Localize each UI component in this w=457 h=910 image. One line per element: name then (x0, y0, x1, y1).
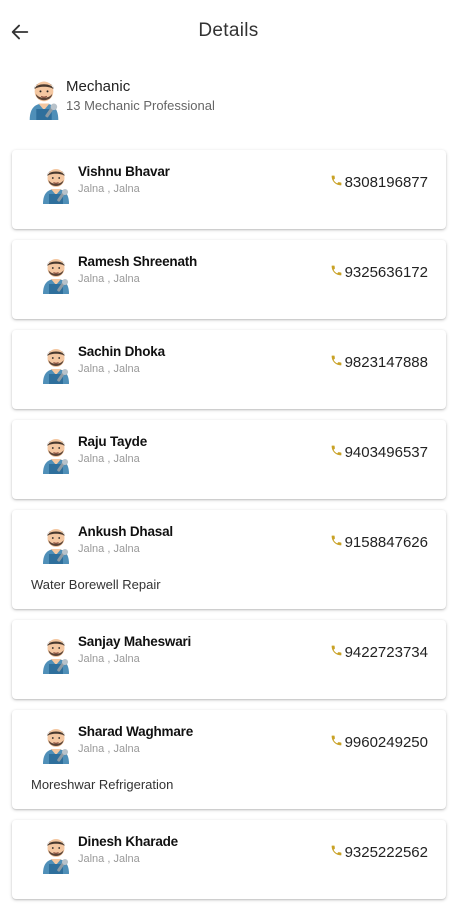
worker-name: Ramesh Shreenath (78, 254, 198, 269)
mechanic-avatar-icon (40, 344, 72, 384)
worker-location: Jalna , Jalna (78, 653, 140, 665)
mechanic-avatar-icon (40, 724, 72, 764)
mechanic-avatar-icon (40, 834, 72, 874)
page-title: Details (198, 20, 259, 41)
phone-number: 9158847626 (344, 534, 428, 551)
category-name: Mechanic (66, 78, 131, 95)
worker-list: Vishnu Bhavar Jalna , Jalna 8308196877 R… (12, 150, 446, 910)
mechanic-avatar-icon (40, 164, 72, 204)
worker-location: Jalna , Jalna (78, 273, 140, 285)
phone-icon (330, 444, 343, 457)
worker-business-name: Moreshwar Refrigeration (31, 777, 174, 792)
worker-name: Sharad Waghmare (78, 724, 194, 739)
mechanic-avatar-icon (26, 76, 62, 120)
phone-icon (330, 264, 343, 277)
call-button[interactable]: 9403496537 (330, 444, 428, 461)
worker-card[interactable]: Ramesh Shreenath Jalna , Jalna 932563617… (12, 240, 446, 319)
phone-icon (330, 644, 343, 657)
phone-number: 9823147888 (344, 354, 428, 371)
phone-number: 9325222562 (344, 844, 428, 861)
mechanic-avatar-icon (40, 524, 72, 564)
category-header: Mechanic 13 Mechanic Professional (26, 76, 426, 126)
worker-card[interactable]: Sanjay Maheswari Jalna , Jalna 942272373… (12, 620, 446, 699)
mechanic-avatar-icon (40, 254, 72, 294)
phone-number: 9325636172 (344, 264, 428, 281)
call-button[interactable]: 9823147888 (330, 354, 428, 371)
worker-location: Jalna , Jalna (78, 453, 140, 465)
worker-location: Jalna , Jalna (78, 853, 140, 865)
app-bar: Details (0, 0, 457, 64)
phone-icon (330, 734, 343, 747)
call-button[interactable]: 9325636172 (330, 264, 428, 281)
call-button[interactable]: 9422723734 (330, 644, 428, 661)
phone-number: 9960249250 (344, 734, 428, 751)
worker-name: Ankush Dhasal (78, 524, 173, 539)
worker-location: Jalna , Jalna (78, 743, 140, 755)
worker-name: Sanjay Maheswari (78, 634, 192, 649)
phone-icon (330, 354, 343, 367)
worker-name: Raju Tayde (78, 434, 148, 449)
worker-card[interactable]: Ankush Dhasal Jalna , Jalna Water Borewe… (12, 510, 446, 609)
call-button[interactable]: 9960249250 (330, 734, 428, 751)
category-count: 13 Mechanic Professional (66, 98, 215, 113)
worker-location: Jalna , Jalna (78, 363, 140, 375)
worker-name: Dinesh Kharade (78, 834, 178, 849)
mechanic-avatar-icon (40, 434, 72, 474)
worker-location: Jalna , Jalna (78, 543, 140, 555)
phone-number: 9422723734 (344, 644, 428, 661)
worker-card[interactable]: Dinesh Kharade Jalna , Jalna 9325222562 (12, 820, 446, 899)
worker-business-name: Water Borewell Repair (31, 577, 161, 592)
worker-name: Sachin Dhoka (78, 344, 165, 359)
call-button[interactable]: 9325222562 (330, 844, 428, 861)
call-button[interactable]: 8308196877 (330, 174, 428, 191)
phone-icon (330, 534, 343, 547)
worker-card[interactable]: Sachin Dhoka Jalna , Jalna 9823147888 (12, 330, 446, 409)
worker-card[interactable]: Vishnu Bhavar Jalna , Jalna 8308196877 (12, 150, 446, 229)
phone-number: 9403496537 (344, 444, 428, 461)
worker-card[interactable]: Sharad Waghmare Jalna , Jalna Moreshwar … (12, 710, 446, 809)
worker-location: Jalna , Jalna (78, 183, 140, 195)
worker-name: Vishnu Bhavar (78, 164, 170, 179)
phone-number: 8308196877 (344, 174, 428, 191)
worker-card[interactable]: Raju Tayde Jalna , Jalna 9403496537 (12, 420, 446, 499)
phone-icon (330, 844, 343, 857)
phone-icon (330, 174, 343, 187)
mechanic-avatar-icon (40, 634, 72, 674)
call-button[interactable]: 9158847626 (330, 534, 428, 551)
